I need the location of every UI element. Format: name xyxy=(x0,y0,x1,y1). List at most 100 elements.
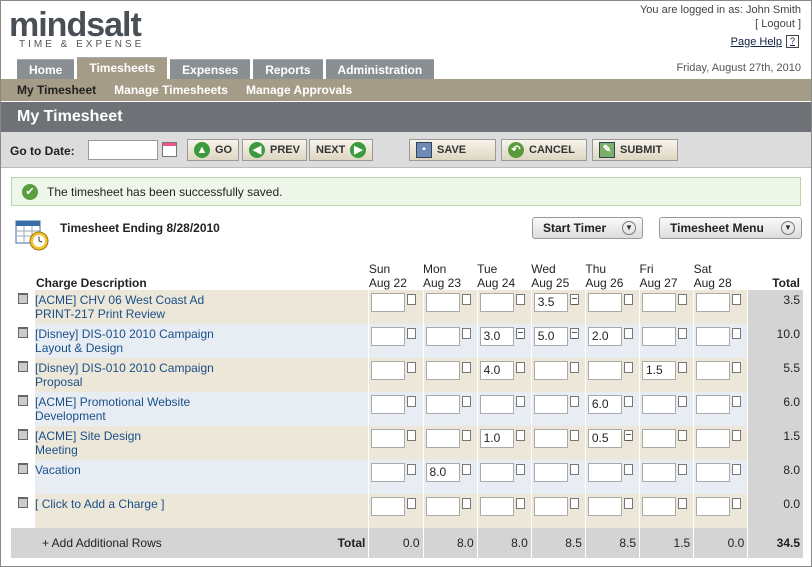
note-icon[interactable] xyxy=(678,464,687,475)
trash-icon[interactable] xyxy=(18,327,29,338)
hours-input[interactable]: 3.5 xyxy=(533,293,568,312)
subnav-my-timesheet[interactable]: My Timesheet xyxy=(17,83,96,97)
hours-input[interactable] xyxy=(371,429,406,448)
calendar-picker-icon[interactable] xyxy=(162,142,177,157)
hours-input[interactable]: 6.0 xyxy=(587,395,622,414)
hours-input[interactable] xyxy=(696,497,731,516)
charge-description[interactable]: [Disney] DIS-010 2010 Campaign Proposal xyxy=(35,358,369,392)
note-icon[interactable] xyxy=(461,328,471,339)
logout-link[interactable]: [ Logout ] xyxy=(755,18,801,30)
note-icon[interactable] xyxy=(732,362,742,373)
hours-input[interactable] xyxy=(642,497,676,516)
note-icon[interactable] xyxy=(732,328,742,339)
trash-icon[interactable] xyxy=(18,429,29,440)
note-icon[interactable] xyxy=(515,362,525,373)
hours-input[interactable] xyxy=(696,463,731,482)
note-icon[interactable] xyxy=(678,294,687,305)
hours-input[interactable] xyxy=(696,293,731,312)
charge-description[interactable]: [ACME] Site Design Meeting xyxy=(35,426,369,460)
note-icon[interactable] xyxy=(461,362,471,373)
hours-input[interactable] xyxy=(587,293,622,312)
note-filled-icon[interactable] xyxy=(623,430,633,441)
note-icon[interactable] xyxy=(569,498,579,509)
note-icon[interactable] xyxy=(569,362,579,373)
hours-input[interactable] xyxy=(642,429,676,448)
note-icon[interactable] xyxy=(407,294,417,305)
note-icon[interactable] xyxy=(461,498,471,509)
hours-input[interactable]: 3.0 xyxy=(479,327,514,346)
note-icon[interactable] xyxy=(623,498,633,509)
note-icon[interactable] xyxy=(623,328,633,339)
hours-input[interactable] xyxy=(642,293,676,312)
hours-input[interactable] xyxy=(371,327,406,346)
add-rows-link[interactable]: + Add Additional Rows xyxy=(11,536,162,550)
trash-icon[interactable] xyxy=(18,293,29,304)
note-icon[interactable] xyxy=(732,464,742,475)
trash-icon[interactable] xyxy=(18,361,29,372)
note-icon[interactable] xyxy=(732,430,742,441)
note-icon[interactable] xyxy=(732,498,742,509)
note-icon[interactable] xyxy=(407,328,417,339)
note-icon[interactable] xyxy=(515,464,525,475)
hours-input[interactable]: 4.0 xyxy=(479,361,514,380)
note-icon[interactable] xyxy=(732,396,742,407)
hours-input[interactable] xyxy=(533,361,568,380)
note-icon[interactable] xyxy=(515,396,525,407)
hours-input[interactable] xyxy=(425,327,460,346)
hours-input[interactable] xyxy=(696,361,731,380)
hours-input[interactable]: 2.0 xyxy=(587,327,622,346)
note-filled-icon[interactable] xyxy=(569,294,579,305)
note-icon[interactable] xyxy=(407,396,417,407)
hours-input[interactable] xyxy=(479,395,514,414)
note-icon[interactable] xyxy=(515,430,525,441)
note-icon[interactable] xyxy=(407,498,417,509)
hours-input[interactable] xyxy=(371,361,406,380)
note-icon[interactable] xyxy=(678,498,687,509)
hours-input[interactable] xyxy=(371,395,406,414)
note-icon[interactable] xyxy=(623,362,633,373)
charge-description[interactable]: [ACME] CHV 06 West Coast Ad PRINT-217 Pri… xyxy=(35,290,369,324)
note-icon[interactable] xyxy=(569,464,579,475)
trash-icon[interactable] xyxy=(18,497,29,508)
hours-input[interactable] xyxy=(425,497,460,516)
prev-button[interactable]: ◀ PREV xyxy=(242,139,307,161)
hours-input[interactable]: 1.5 xyxy=(642,361,676,380)
note-icon[interactable] xyxy=(678,396,687,407)
charge-description[interactable]: Vacation xyxy=(35,460,369,494)
hours-input[interactable]: 5.0 xyxy=(533,327,568,346)
note-icon[interactable] xyxy=(569,396,579,407)
trash-icon[interactable] xyxy=(18,395,29,406)
note-filled-icon[interactable] xyxy=(569,328,579,339)
note-icon[interactable] xyxy=(461,294,471,305)
hours-input[interactable] xyxy=(371,463,406,482)
trash-icon[interactable] xyxy=(18,463,29,474)
hours-input[interactable] xyxy=(425,361,460,380)
hours-input[interactable] xyxy=(371,497,406,516)
note-icon[interactable] xyxy=(461,396,471,407)
hours-input[interactable] xyxy=(479,293,514,312)
cancel-button[interactable]: ↶ CANCEL xyxy=(501,139,587,161)
note-filled-icon[interactable] xyxy=(515,328,525,339)
subnav-manage-approvals[interactable]: Manage Approvals xyxy=(246,83,352,97)
note-icon[interactable] xyxy=(407,362,417,373)
hours-input[interactable] xyxy=(533,429,568,448)
note-icon[interactable] xyxy=(732,294,742,305)
note-icon[interactable] xyxy=(461,430,471,441)
note-icon[interactable] xyxy=(623,464,633,475)
hours-input[interactable] xyxy=(587,361,622,380)
note-icon[interactable] xyxy=(623,294,633,305)
hours-input[interactable] xyxy=(533,497,568,516)
tab-timesheets[interactable]: Timesheets xyxy=(77,57,168,79)
goto-date-input[interactable] xyxy=(88,140,158,160)
hours-input[interactable] xyxy=(425,429,460,448)
hours-input[interactable]: 8.0 xyxy=(425,463,460,482)
hours-input[interactable] xyxy=(696,429,731,448)
hours-input[interactable] xyxy=(696,395,731,414)
page-help-link[interactable]: Page Help ? xyxy=(731,35,799,48)
charge-description[interactable]: [ACME] Promotional Website Development xyxy=(35,392,369,426)
hours-input[interactable] xyxy=(371,293,406,312)
note-icon[interactable] xyxy=(515,294,525,305)
note-icon[interactable] xyxy=(623,396,633,407)
note-icon[interactable] xyxy=(569,430,579,441)
note-icon[interactable] xyxy=(515,498,525,509)
